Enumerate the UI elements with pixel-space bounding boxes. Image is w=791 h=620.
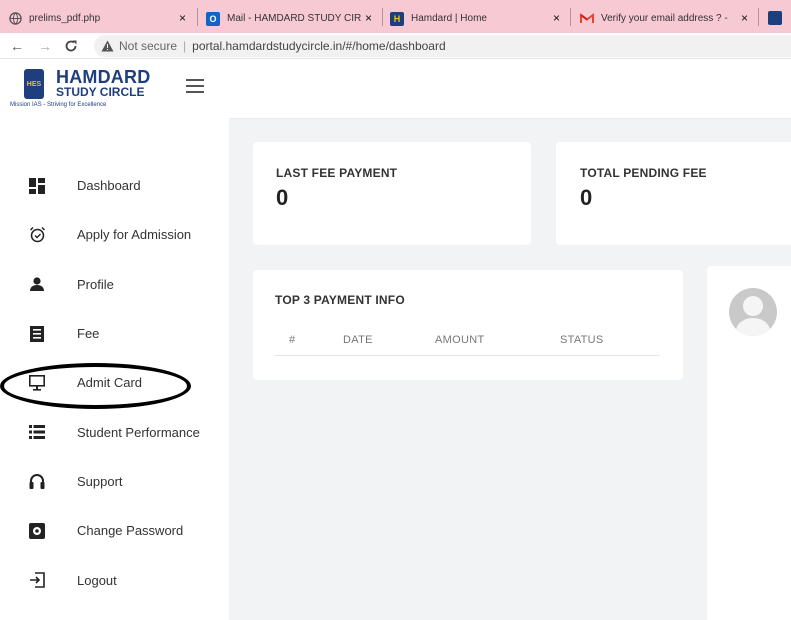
monitor-icon bbox=[28, 374, 46, 392]
sidebar-item-change-password[interactable]: Change Password bbox=[0, 506, 229, 555]
sidebar-item-dashboard[interactable]: Dashboard bbox=[0, 161, 229, 210]
tab-separator bbox=[197, 8, 198, 26]
logout-icon bbox=[28, 571, 46, 589]
sidebar-item-support[interactable]: Support bbox=[0, 457, 229, 506]
payment-table-header: # DATE AMOUNT STATUS bbox=[275, 332, 660, 356]
warning-triangle-icon bbox=[100, 39, 114, 53]
sidebar-item-label: Logout bbox=[77, 572, 117, 588]
tab-separator bbox=[570, 8, 571, 26]
sidebar-item-profile[interactable]: Profile bbox=[0, 260, 229, 309]
gear-icon bbox=[28, 522, 46, 540]
list-icon bbox=[28, 423, 46, 441]
top-payment-info-card: TOP 3 PAYMENT INFO # DATE AMOUNT STATUS bbox=[253, 270, 683, 380]
divider: | bbox=[183, 39, 187, 53]
tab-separator bbox=[382, 8, 383, 26]
browser-tab[interactable]: O Mail - HAMDARD STUDY CIR × bbox=[206, 4, 374, 33]
column-header: # bbox=[289, 334, 296, 346]
browser-tab[interactable]: Verify your email address ? - × bbox=[580, 4, 750, 33]
sidebar-item-label: Admit Card bbox=[77, 375, 143, 391]
browser-tab[interactable]: prelims_pdf.php × bbox=[8, 4, 188, 33]
headset-icon bbox=[28, 472, 46, 490]
card-title: TOTAL PENDING FEE bbox=[580, 166, 707, 180]
tab-title: Mail - HAMDARD STUDY CIR bbox=[227, 13, 362, 24]
sidebar-item-logout[interactable]: Logout bbox=[0, 555, 229, 604]
sidebar: HES HAMDARD STUDY CIRCLE Mission IAS - S… bbox=[0, 59, 229, 620]
column-header: DATE bbox=[343, 334, 373, 346]
card-title: TOP 3 PAYMENT INFO bbox=[275, 293, 405, 307]
sidebar-item-label: Dashboard bbox=[77, 178, 141, 194]
sidebar-item-label: Profile bbox=[77, 276, 114, 292]
forward-arrow-icon[interactable]: → bbox=[38, 36, 52, 56]
sidebar-menu: Dashboard Apply for Admission Profile Fe… bbox=[0, 161, 229, 605]
alarm-clock-icon bbox=[28, 226, 46, 244]
avatar[interactable] bbox=[729, 288, 777, 336]
sidebar-item-label: Support bbox=[77, 473, 123, 489]
hamdard-tab-icon[interactable] bbox=[768, 11, 782, 25]
sidebar-item-label: Apply for Admission bbox=[77, 227, 192, 243]
globe-icon bbox=[8, 12, 22, 26]
tab-title: prelims_pdf.php bbox=[29, 13, 101, 24]
reload-icon[interactable] bbox=[64, 36, 78, 56]
pending-fee-value: 0 bbox=[580, 185, 593, 210]
receipt-icon bbox=[28, 325, 46, 343]
sidebar-item-label: Fee bbox=[77, 326, 100, 342]
close-tab-icon[interactable]: × bbox=[177, 4, 188, 33]
hamdard-logo-icon: H bbox=[390, 11, 404, 26]
browser-tab-strip: prelims_pdf.php × O Mail - HAMDARD STUDY… bbox=[0, 0, 791, 33]
back-arrow-icon[interactable]: ← bbox=[10, 36, 24, 56]
close-tab-icon[interactable]: × bbox=[363, 4, 374, 33]
hamdard-logo-icon: HES bbox=[24, 69, 44, 99]
gmail-icon bbox=[580, 12, 594, 26]
dashboard-content: LAST FEE PAYMENT 0 TOTAL PENDING FEE 0 T… bbox=[229, 119, 791, 620]
browser-toolbar: ← → Not secure | portal.hamdardstudycirc… bbox=[0, 33, 791, 59]
hamburger-menu-icon[interactable] bbox=[186, 79, 204, 93]
address-bar[interactable]: Not secure | portal.hamdardstudycircle.i… bbox=[94, 35, 791, 57]
column-header: STATUS bbox=[560, 334, 604, 346]
sidebar-item-label: Change Password bbox=[77, 523, 184, 539]
sidebar-item-fee[interactable]: Fee bbox=[0, 309, 229, 358]
brand-subname: STUDY CIRCLE bbox=[56, 85, 145, 99]
last-fee-value: 0 bbox=[276, 185, 289, 210]
outlook-icon: O bbox=[206, 11, 220, 26]
dashboard-icon bbox=[28, 177, 46, 195]
tab-title: Hamdard | Home bbox=[411, 13, 487, 24]
browser-tab[interactable]: H Hamdard | Home × bbox=[390, 4, 562, 33]
top-header bbox=[229, 59, 791, 119]
close-tab-icon[interactable]: × bbox=[739, 4, 750, 33]
sidebar-item-label: Student Performance bbox=[77, 424, 200, 440]
sidebar-item-apply-for-admission[interactable]: Apply for Admission bbox=[0, 210, 229, 259]
last-fee-payment-card: LAST FEE PAYMENT 0 bbox=[253, 142, 531, 245]
security-status: Not secure bbox=[119, 39, 178, 53]
total-pending-fee-card: TOTAL PENDING FEE 0 bbox=[556, 142, 791, 245]
profile-card bbox=[707, 266, 791, 620]
sidebar-item-admit-card[interactable]: Admit Card bbox=[0, 358, 229, 407]
tab-title: Verify your email address ? - bbox=[601, 13, 728, 24]
url-text: portal.hamdardstudycircle.in/#/home/dash… bbox=[192, 39, 446, 53]
brand-tagline: Mission IAS - Striving for Excellence bbox=[10, 102, 107, 108]
column-header: AMOUNT bbox=[435, 334, 485, 346]
card-title: LAST FEE PAYMENT bbox=[276, 166, 398, 180]
sidebar-item-student-performance[interactable]: Student Performance bbox=[0, 407, 229, 456]
person-icon bbox=[28, 275, 46, 293]
tab-separator bbox=[758, 8, 759, 26]
close-tab-icon[interactable]: × bbox=[551, 4, 562, 33]
